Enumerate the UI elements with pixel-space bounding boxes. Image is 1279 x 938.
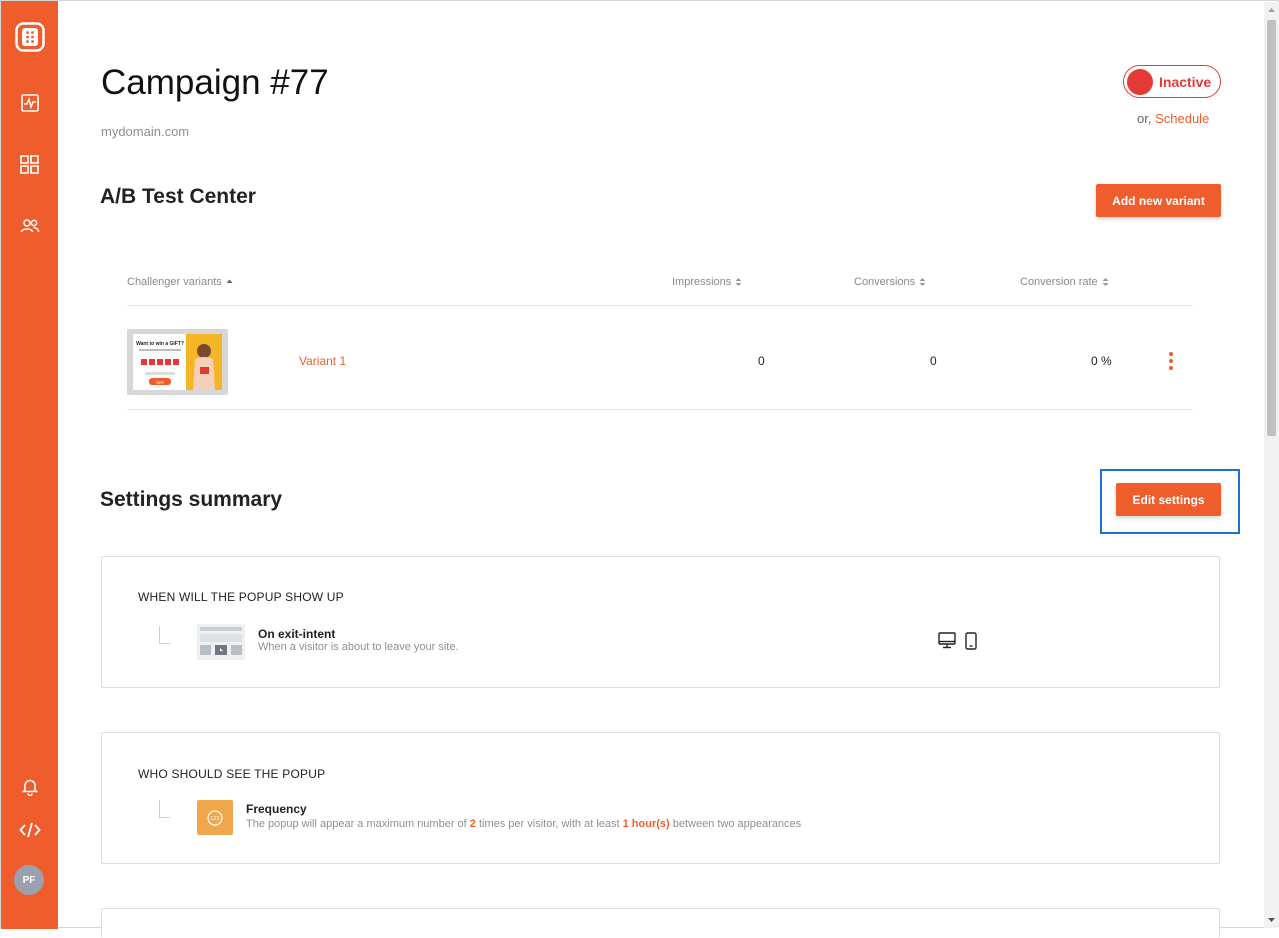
schedule-line: or, Schedule [1137,111,1209,126]
dashboard-grid-icon[interactable] [1,154,58,174]
tree-connector [159,626,170,644]
bell-icon[interactable] [1,777,58,797]
campaign-domain: mydomain.com [101,124,190,139]
analytics-icon[interactable] [1,93,58,113]
column-header-conversion-rate[interactable]: Conversion rate [1020,276,1109,288]
settings-summary-title: Settings summary [100,488,283,511]
status-toggle-knob [1127,68,1153,95]
users-icon[interactable] [1,216,58,236]
table-divider [127,409,1193,410]
variant-conversions: 0 [930,354,937,368]
code-icon[interactable] [1,820,58,840]
page-title: Campaign #77 [101,63,329,102]
sidebar: PF [1,1,58,929]
desktop-icon [938,632,956,654]
variant-thumbnail[interactable]: Want to win a GIFT? Spin [127,329,228,395]
tree-connector [159,800,170,818]
status-label: Inactive [1159,73,1212,90]
thumbnail-headline: Want to win a GIFT? [136,341,184,347]
status-toggle[interactable]: Inactive [1123,65,1221,98]
schedule-or-text: or, [1137,111,1152,126]
mobile-icon [965,632,977,655]
frequency-icon: 123 [197,800,233,835]
app-window: PF Campaign #77 mydomain.com Inactive or… [0,0,1279,938]
frequency-description: The popup will appear a maximum number o… [246,818,802,830]
scrollbar-thumb[interactable] [1267,20,1276,436]
variant-impressions: 0 [758,354,765,368]
sort-icon [919,278,926,286]
variant-menu-icon[interactable] [1165,352,1177,370]
sort-icon [1102,278,1109,286]
table-divider [127,305,1193,306]
variant-name-link[interactable]: Variant 1 [299,354,346,368]
edit-settings-button[interactable]: Edit settings [1116,483,1221,516]
who-popup-card: WHO SHOULD SEE THE POPUP 123 Frequency T… [101,732,1220,864]
page-scrollbar[interactable] [1264,2,1279,928]
frequency-title: Frequency [246,802,307,816]
avatar[interactable]: PF [14,865,44,895]
sort-asc-icon [226,279,233,283]
when-popup-card: WHEN WILL THE POPUP SHOW UP On exit-inte… [101,556,1220,688]
add-variant-button[interactable]: Add new variant [1096,184,1221,217]
scroll-down-arrow-icon[interactable] [1267,915,1276,924]
column-header-challenger-variants[interactable]: Challenger variants [127,276,233,288]
sort-icon [735,278,742,286]
exit-intent-title: On exit-intent [258,627,336,641]
variant-conversion-rate: 0 % [1091,354,1112,368]
frequency-interval-value: 1 hour(s) [622,818,670,830]
scroll-up-arrow-icon[interactable] [1267,6,1276,15]
exit-intent-thumbnail-icon [197,624,245,665]
logo-icon[interactable] [1,20,58,54]
exit-intent-description: When a visitor is about to leave your si… [258,641,459,653]
schedule-link[interactable]: Schedule [1155,111,1209,126]
ab-test-title: A/B Test Center [100,185,256,208]
thumbnail-button-text: Spin [156,380,164,385]
card-title: WHEN WILL THE POPUP SHOW UP [138,590,344,604]
next-settings-card [101,908,1220,938]
card-title: WHO SHOULD SEE THE POPUP [138,767,326,781]
svg-text:123: 123 [210,816,219,822]
column-header-impressions[interactable]: Impressions [672,276,742,288]
column-header-conversions[interactable]: Conversions [854,276,926,288]
